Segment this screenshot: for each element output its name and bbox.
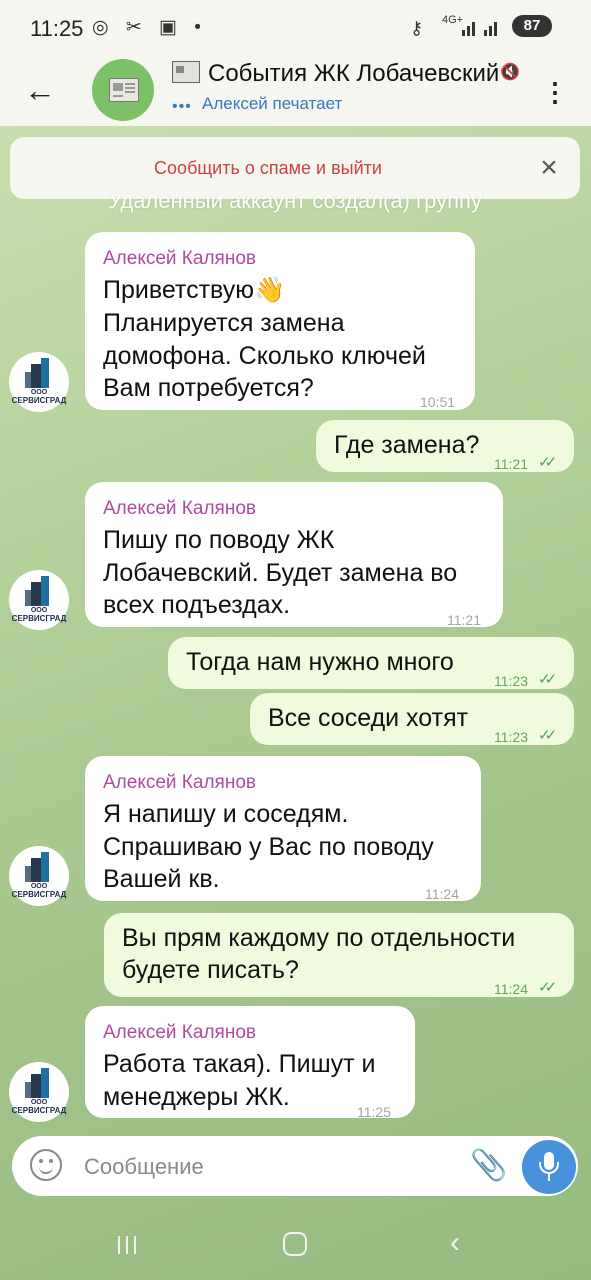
message-text: Спрашиваю у Вас по поводу bbox=[103, 833, 434, 861]
more-options-icon[interactable]: ⋮ bbox=[540, 72, 570, 112]
close-icon[interactable]: × bbox=[532, 151, 566, 185]
message-bubble[interactable]: Тогда нам нужно много 11:23 ✓✓ bbox=[168, 637, 574, 689]
message-text: Вы прям каждому по отдельности bbox=[122, 924, 516, 952]
nav-back-icon[interactable]: ‹ bbox=[450, 1226, 460, 1260]
newspaper-icon bbox=[109, 78, 139, 102]
message-composer: 📎 bbox=[12, 1136, 578, 1196]
message-text: Лобачевский. Будет замена во bbox=[103, 559, 458, 587]
message-bubble[interactable]: Алексей Калянов Пишу по поводу ЖК Лобаче… bbox=[85, 482, 503, 628]
typing-status: Алексей печатает bbox=[202, 94, 343, 113]
message-text: Планируется замена bbox=[103, 309, 345, 337]
message-bubble[interactable]: Где замена? 11:21 ✓✓ bbox=[316, 420, 574, 472]
message-text: Я напишу и соседям. bbox=[103, 800, 349, 828]
read-checkmarks-icon: ✓✓ bbox=[538, 671, 557, 688]
message-text: Тогда нам нужно много bbox=[186, 648, 454, 676]
emoji-icon[interactable] bbox=[30, 1149, 62, 1181]
message-text: будете писать? bbox=[122, 956, 299, 984]
recent-apps-icon[interactable] bbox=[112, 1232, 144, 1258]
message-text: всех подъездах. bbox=[103, 591, 291, 619]
message-text: Вашей кв. bbox=[103, 865, 220, 893]
message-time: 11:24 bbox=[425, 886, 459, 902]
home-icon[interactable] bbox=[283, 1232, 307, 1256]
typing-indicator-icon: ••• bbox=[172, 98, 192, 115]
key-icon: ⚷ bbox=[410, 18, 424, 38]
message-bubble[interactable]: Вы прям каждому по отдельности будете пи… bbox=[104, 913, 574, 997]
message-text: Пишу по поводу ЖК bbox=[103, 526, 335, 554]
mute-icon: 🔇 bbox=[500, 64, 520, 81]
sender-name[interactable]: Алексей Калянов bbox=[103, 492, 256, 525]
message-time: 11:21 bbox=[494, 456, 528, 472]
message-time: 11:25 bbox=[357, 1104, 391, 1120]
service-message: Удаленный аккаунт создал(а) группу bbox=[108, 196, 482, 213]
chat-title-area[interactable]: События ЖК Лобачевский bbox=[172, 60, 516, 90]
message-time: 10:51 bbox=[420, 394, 456, 410]
attach-icon[interactable]: 📎 bbox=[470, 1148, 507, 1184]
message-time: 11:24 bbox=[494, 981, 528, 997]
message-bubble[interactable]: Алексей Калянов Я напишу и соседям. Спра… bbox=[85, 756, 481, 902]
notification-icons: ◎ ✂ ▣ • bbox=[92, 17, 207, 38]
read-checkmarks-icon: ✓✓ bbox=[538, 454, 557, 471]
message-time: 11:23 bbox=[494, 729, 528, 745]
sender-avatar[interactable]: ООО СЕРВИСГРАД bbox=[9, 846, 69, 906]
spam-report-bar: Сообщить о спаме и выйти × bbox=[10, 137, 580, 199]
chat-title: События ЖК Лобачевский bbox=[208, 60, 500, 87]
newspaper-emoji-icon bbox=[172, 61, 200, 83]
message-text: менеджеры ЖК. bbox=[103, 1083, 290, 1111]
status-time: 11:25 bbox=[30, 16, 84, 41]
read-checkmarks-icon: ✓✓ bbox=[538, 979, 557, 996]
message-text: Вам потребуется? bbox=[103, 374, 314, 402]
chat-header: ← События ЖК Лобачевский 🔇 ••• Алексей п… bbox=[0, 54, 591, 126]
message-text: Работа такая). Пишут и bbox=[103, 1050, 376, 1078]
sender-name[interactable]: Алексей Калянов bbox=[103, 766, 256, 799]
message-time: 11:21 bbox=[447, 612, 481, 628]
message-bubble[interactable]: Алексей Калянов Работа такая). Пишут и м… bbox=[85, 1006, 415, 1120]
message-bubble[interactable]: Все соседи хотят 11:23 ✓✓ bbox=[250, 693, 574, 745]
read-checkmarks-icon: ✓✓ bbox=[538, 727, 557, 744]
battery-icon: 87 bbox=[512, 15, 552, 37]
sender-name[interactable]: Алексей Калянов bbox=[103, 1016, 256, 1049]
sender-avatar[interactable]: ООО СЕРВИСГРАД bbox=[9, 1062, 69, 1122]
message-text: Где замена? bbox=[334, 431, 480, 459]
message-bubble[interactable]: Алексей Калянов Приветствую👋 Планируется… bbox=[85, 232, 475, 410]
system-nav-bar: ‹ bbox=[0, 1210, 591, 1280]
message-input[interactable] bbox=[82, 1148, 456, 1186]
message-text: Приветствую👋 bbox=[103, 276, 286, 304]
sender-avatar[interactable]: ООО СЕРВИСГРАД bbox=[9, 352, 69, 412]
sender-name[interactable]: Алексей Калянов bbox=[103, 242, 256, 275]
report-spam-button[interactable]: Сообщить о спаме и выйти bbox=[10, 137, 526, 199]
message-text: Все соседи хотят bbox=[268, 704, 469, 732]
sender-avatar[interactable]: ООО СЕРВИСГРАД bbox=[9, 570, 69, 630]
microphone-button[interactable] bbox=[522, 1140, 576, 1194]
network-type: 4G+ bbox=[442, 14, 464, 26]
message-text: домофона. Сколько ключей bbox=[103, 342, 426, 370]
status-bar: 11:25 ◎ ✂ ▣ • ⚷ 4G+ 87 bbox=[0, 0, 591, 54]
group-avatar[interactable] bbox=[92, 59, 154, 121]
back-arrow-icon[interactable]: ← bbox=[18, 68, 62, 112]
